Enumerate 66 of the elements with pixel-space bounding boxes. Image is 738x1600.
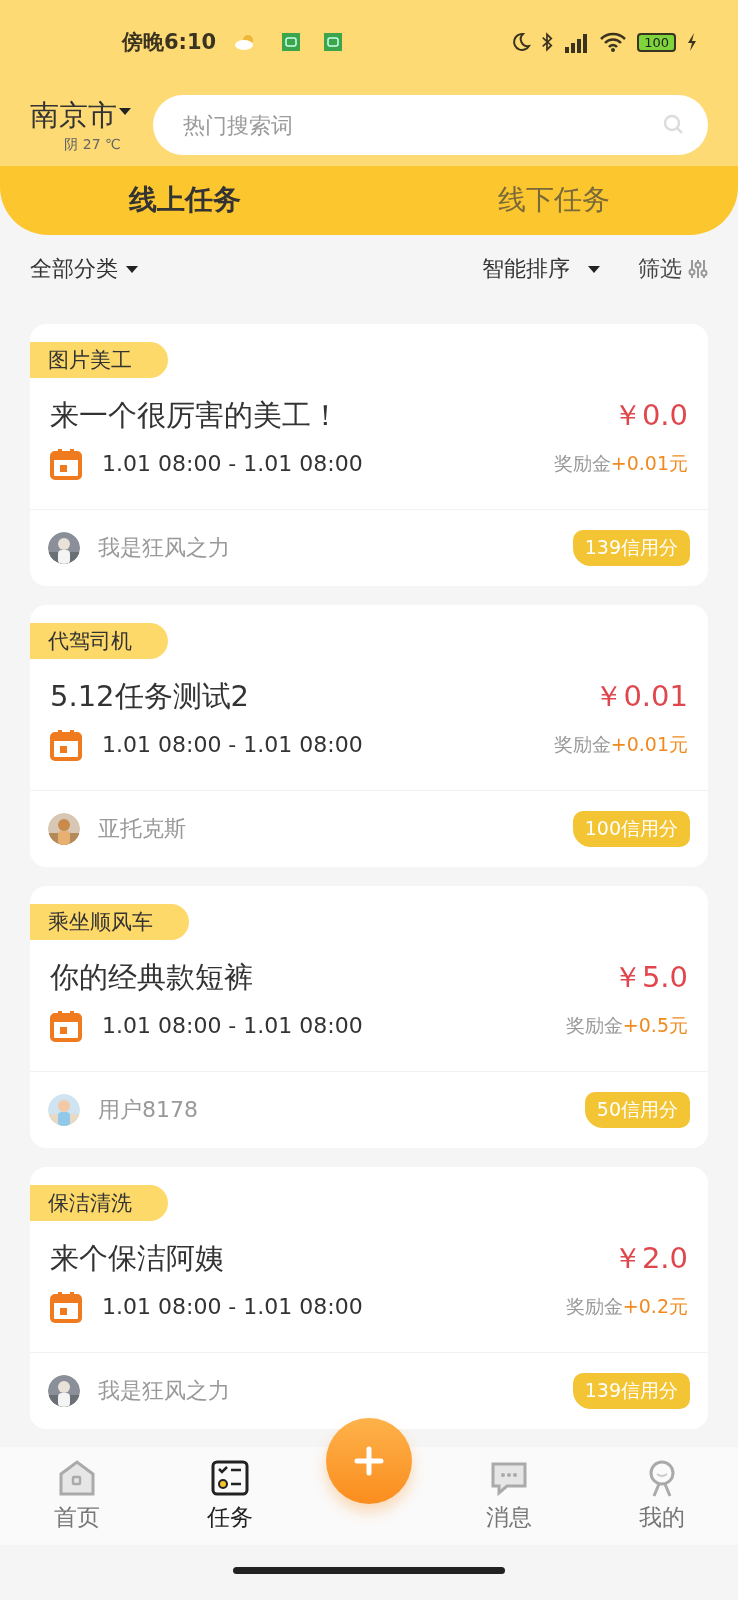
category-tag: 图片美工 xyxy=(30,341,168,378)
task-time: 1.01 08:00 - 1.01 08:00 xyxy=(102,1294,363,1320)
status-time: 傍晚6:10 xyxy=(122,29,217,56)
city-selector[interactable]: 南京市 xyxy=(30,96,117,136)
bonus-label: 奖励金 xyxy=(553,731,611,757)
task-card[interactable]: 保洁清洗 来个保洁阿姨 ￥2.0 1.01 08:00 - 1.01 08:00 奖励金+0.2元 我是狂风之力 139信用分 xyxy=(30,1166,708,1429)
bonus-amount: +0.01元 xyxy=(610,450,688,476)
nav-tab[interactable]: 消息 xyxy=(432,1458,585,1534)
category-tag: 代驾司机 xyxy=(30,622,168,659)
search-field[interactable]: 热门搜索词 xyxy=(153,95,708,155)
credit-badge: 139信用分 xyxy=(572,1372,690,1409)
calendar-icon xyxy=(50,1009,82,1042)
task-price: ￥0.01 xyxy=(594,677,688,715)
app-notification-icon xyxy=(282,33,301,51)
user-name: 用户8178 xyxy=(98,1095,198,1124)
nav-tab[interactable]: 任务 xyxy=(153,1458,306,1534)
bonus-amount: +0.2元 xyxy=(622,1293,688,1319)
bonus-amount: +0.01元 xyxy=(610,731,688,757)
task-price: ￥5.0 xyxy=(612,958,688,996)
bonus-label: 奖励金 xyxy=(553,450,611,476)
calendar-icon xyxy=(50,447,82,480)
sort-dropdown[interactable]: 智能排序 xyxy=(482,254,600,285)
task-price: ￥2.0 xyxy=(612,1239,688,1277)
checklist-icon[interactable] xyxy=(209,1458,250,1499)
wifi-icon xyxy=(599,31,628,53)
charging-icon xyxy=(686,32,698,52)
moon-icon xyxy=(511,32,532,52)
nav-tab[interactable]: 首页 xyxy=(0,1458,153,1534)
app-notification-icon xyxy=(324,33,343,51)
bluetooth-icon xyxy=(541,32,554,52)
dropdown-caret-icon[interactable] xyxy=(119,107,131,115)
credit-badge: 100信用分 xyxy=(572,810,690,847)
bonus-label: 奖励金 xyxy=(565,1012,623,1038)
calendar-icon xyxy=(50,728,82,761)
weather-text: 阴 27 ℃ xyxy=(64,136,121,154)
task-card[interactable]: 代驾司机 5.12任务测试2 ￥0.01 1.01 08:00 - 1.01 08:00 奖励金+0.01元 亚托克斯 100信用分 xyxy=(30,604,708,867)
category-dropdown[interactable]: 全部分类 xyxy=(30,254,138,285)
task-title: 来个保洁阿姨 xyxy=(50,1239,224,1277)
nav-tab[interactable]: 我的 xyxy=(585,1458,738,1534)
bonus-amount: +0.5元 xyxy=(622,1012,688,1038)
user-name: 我是狂风之力 xyxy=(98,533,230,562)
add-button[interactable] xyxy=(326,1417,412,1504)
category-tag: 乘坐顺风车 xyxy=(30,903,189,940)
category-tag: 保洁清洗 xyxy=(30,1184,168,1221)
calendar-icon xyxy=(50,1290,82,1323)
task-card[interactable]: 乘坐顺风车 你的经典款短裤 ￥5.0 1.01 08:00 - 1.01 08:00 奖励金+0.5元 用户8178 50信用分 xyxy=(30,885,708,1148)
credit-badge: 139信用分 xyxy=(572,529,690,566)
sliders-icon[interactable] xyxy=(688,258,708,281)
bonus-label: 奖励金 xyxy=(565,1293,623,1319)
battery-level: 100 xyxy=(637,32,676,52)
task-title: 来一个很厉害的美工！ xyxy=(50,396,340,434)
user-name: 我是狂风之力 xyxy=(98,1376,230,1405)
task-card[interactable]: 图片美工 来一个很厉害的美工！ ￥0.0 1.01 08:00 - 1.01 08:00 奖励金+0.01元 我是狂风之力 139信用分 xyxy=(30,323,708,586)
task-title: 5.12任务测试2 xyxy=(50,677,250,715)
user-name: 亚托克斯 xyxy=(98,814,186,843)
credit-badge: 50信用分 xyxy=(584,1091,690,1128)
filter-button[interactable]: 筛选 xyxy=(638,254,708,285)
plus-icon[interactable] xyxy=(354,1445,384,1476)
tab[interactable]: 线上任务 xyxy=(0,166,369,235)
task-time: 1.01 08:00 - 1.01 08:00 xyxy=(102,732,363,758)
signal-icon xyxy=(563,31,590,53)
home-indicator[interactable] xyxy=(233,1566,505,1574)
task-title: 你的经典款短裤 xyxy=(50,958,253,996)
task-time: 1.01 08:00 - 1.01 08:00 xyxy=(102,1013,363,1039)
task-price: ￥0.0 xyxy=(612,396,688,434)
task-time: 1.01 08:00 - 1.01 08:00 xyxy=(102,451,363,477)
